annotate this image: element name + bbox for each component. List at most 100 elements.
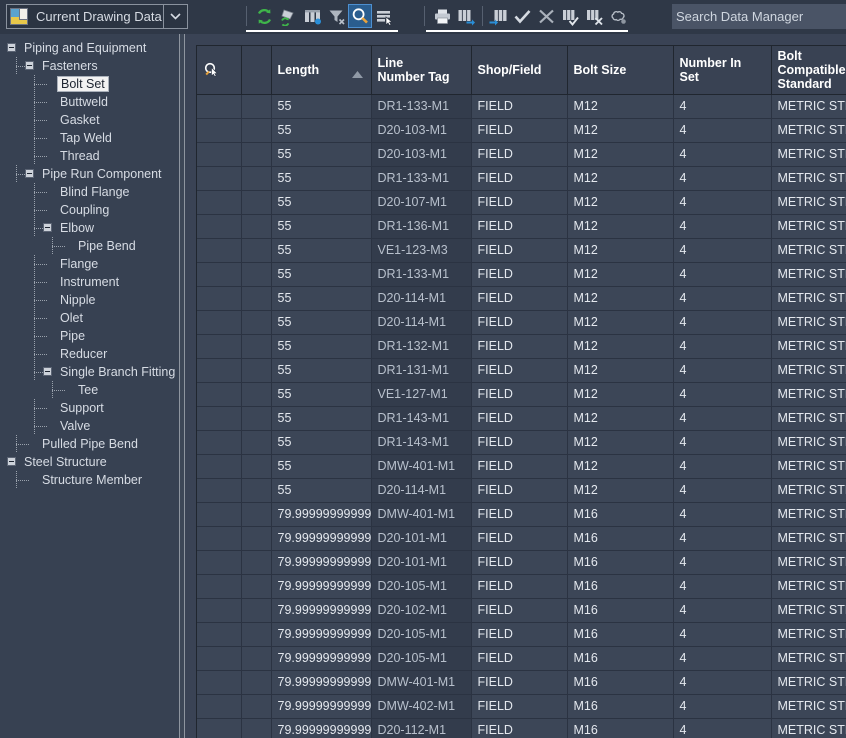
cell-length[interactable]: 55 <box>271 262 372 287</box>
cell-shop_field[interactable]: FIELD <box>471 310 568 335</box>
cell-select[interactable] <box>197 502 242 527</box>
cell-bolt_compatible_standard[interactable]: METRIC STD <box>771 334 846 359</box>
cell-blank[interactable] <box>241 646 272 671</box>
cell-blank[interactable] <box>241 694 272 719</box>
cell-shop_field[interactable]: FIELD <box>471 118 568 143</box>
tree-collapse-toggle[interactable] <box>43 223 52 232</box>
table-row[interactable]: 79.99999999999...D20-101-M1FIELDM164METR… <box>197 526 846 551</box>
cell-select[interactable] <box>197 526 242 551</box>
cell-line_number_tag[interactable]: DR1-132-M1 <box>371 334 472 359</box>
cell-number_in_set[interactable]: 4 <box>673 598 772 623</box>
cell-length[interactable]: 55 <box>271 382 372 407</box>
cell-shop_field[interactable]: FIELD <box>471 430 568 455</box>
cell-length[interactable]: 79.99999999999... <box>271 694 372 719</box>
table-row[interactable]: 55DMW-401-M1FIELDM124METRIC STD <box>197 454 846 479</box>
cell-number_in_set[interactable]: 4 <box>673 214 772 239</box>
cell-number_in_set[interactable]: 4 <box>673 310 772 335</box>
cell-bolt_compatible_standard[interactable]: METRIC STD <box>771 142 846 167</box>
cell-select[interactable] <box>197 454 242 479</box>
cell-blank[interactable] <box>241 262 272 287</box>
column-header-number_in_set[interactable]: Number In Set <box>673 46 772 95</box>
cell-length[interactable]: 79.99999999999... <box>271 598 372 623</box>
cell-bolt_compatible_standard[interactable]: METRIC STD <box>771 382 846 407</box>
cell-bolt_size[interactable]: M12 <box>567 286 674 311</box>
tree-item-coupling[interactable]: Coupling <box>0 201 179 219</box>
cell-length[interactable]: 79.99999999999... <box>271 526 372 551</box>
cell-number_in_set[interactable]: 4 <box>673 550 772 575</box>
cell-number_in_set[interactable]: 4 <box>673 502 772 527</box>
cell-bolt_compatible_standard[interactable]: METRIC STD <box>771 286 846 311</box>
cell-number_in_set[interactable]: 4 <box>673 718 772 738</box>
data-grid[interactable]: Length Line Number Tag Shop/Field Bolt Size… <box>196 45 846 738</box>
cell-blank[interactable] <box>241 454 272 479</box>
cell-line_number_tag[interactable]: D20-101-M1 <box>371 526 472 551</box>
cell-blank[interactable] <box>241 574 272 599</box>
cell-shop_field[interactable]: FIELD <box>471 646 568 671</box>
cell-select[interactable] <box>197 262 242 287</box>
refresh-object-icon[interactable] <box>276 4 300 28</box>
refresh-icon[interactable] <box>252 4 276 28</box>
tree-item-flange[interactable]: Flange <box>0 255 179 273</box>
cell-length[interactable]: 79.99999999999... <box>271 622 372 647</box>
tree-item-valve[interactable]: Valve <box>0 417 179 435</box>
cell-blank[interactable] <box>241 94 272 119</box>
tree-item-olet[interactable]: Olet <box>0 309 179 327</box>
cell-bolt_size[interactable]: M16 <box>567 598 674 623</box>
cell-bolt_compatible_standard[interactable]: METRIC STD <box>771 670 846 695</box>
cell-bolt_size[interactable]: M12 <box>567 118 674 143</box>
cell-select[interactable] <box>197 382 242 407</box>
table-row[interactable]: 55DR1-133-M1FIELDM124METRIC STD <box>197 166 846 191</box>
cell-length[interactable]: 79.99999999999... <box>271 502 372 527</box>
cell-bolt_compatible_standard[interactable]: METRIC STD <box>771 694 846 719</box>
cell-shop_field[interactable]: FIELD <box>471 718 568 738</box>
cell-line_number_tag[interactable]: D20-114-M1 <box>371 310 472 335</box>
cell-blank[interactable] <box>241 622 272 647</box>
cell-number_in_set[interactable]: 4 <box>673 142 772 167</box>
cell-length[interactable]: 79.99999999999... <box>271 574 372 599</box>
tree-item-pipe-run-component[interactable]: Pipe Run Component <box>0 165 179 183</box>
cell-bolt_compatible_standard[interactable]: METRIC STD <box>771 406 846 431</box>
cell-bolt_compatible_standard[interactable]: METRIC STD <box>771 574 846 599</box>
cell-length[interactable]: 55 <box>271 214 372 239</box>
cell-line_number_tag[interactable]: D20-105-M1 <box>371 646 472 671</box>
table-row[interactable]: 55DR1-133-M1FIELDM124METRIC STD <box>197 94 846 119</box>
validate-rows-icon[interactable] <box>558 4 582 28</box>
table-row[interactable]: 79.99999999999...D20-105-M1FIELDM164METR… <box>197 646 846 671</box>
cell-line_number_tag[interactable]: DMW-401-M1 <box>371 502 472 527</box>
cell-blank[interactable] <box>241 430 272 455</box>
cell-number_in_set[interactable]: 4 <box>673 646 772 671</box>
tree-collapse-toggle[interactable] <box>25 169 34 178</box>
column-header-line_number_tag[interactable]: Line Number Tag <box>371 46 472 95</box>
cell-length[interactable]: 55 <box>271 478 372 503</box>
cell-number_in_set[interactable]: 4 <box>673 238 772 263</box>
cell-length[interactable]: 55 <box>271 190 372 215</box>
table-row[interactable]: 55VE1-127-M1FIELDM124METRIC STD <box>197 382 846 407</box>
cell-number_in_set[interactable]: 4 <box>673 622 772 647</box>
tree-item-gasket[interactable]: Gasket <box>0 111 179 129</box>
cell-bolt_compatible_standard[interactable]: METRIC STD <box>771 622 846 647</box>
import-icon[interactable] <box>486 4 510 28</box>
cell-select[interactable] <box>197 334 242 359</box>
cell-bolt_size[interactable]: M16 <box>567 550 674 575</box>
cell-bolt_size[interactable]: M16 <box>567 718 674 738</box>
cell-select[interactable] <box>197 214 242 239</box>
cell-bolt_size[interactable]: M12 <box>567 406 674 431</box>
cell-bolt_compatible_standard[interactable]: METRIC STD <box>771 238 846 263</box>
cell-bolt_size[interactable]: M16 <box>567 646 674 671</box>
cell-bolt_compatible_standard[interactable]: METRIC STD <box>771 598 846 623</box>
table-row[interactable]: 55D20-103-M1FIELDM124METRIC STD <box>197 142 846 167</box>
cell-select[interactable] <box>197 142 242 167</box>
search-input[interactable] <box>672 4 846 29</box>
tree-item-pipe-bend[interactable]: Pipe Bend <box>0 237 179 255</box>
cell-shop_field[interactable]: FIELD <box>471 454 568 479</box>
column-header-shop_field[interactable]: Shop/Field <box>471 46 568 95</box>
cell-shop_field[interactable]: FIELD <box>471 622 568 647</box>
cell-shop_field[interactable]: FIELD <box>471 406 568 431</box>
cell-number_in_set[interactable]: 4 <box>673 190 772 215</box>
tree-item-tee[interactable]: Tee <box>0 381 179 399</box>
cell-shop_field[interactable]: FIELD <box>471 190 568 215</box>
cell-length[interactable]: 55 <box>271 310 372 335</box>
table-row[interactable]: 55D20-107-M1FIELDM124METRIC STD <box>197 190 846 215</box>
cell-shop_field[interactable]: FIELD <box>471 142 568 167</box>
cell-blank[interactable] <box>241 358 272 383</box>
